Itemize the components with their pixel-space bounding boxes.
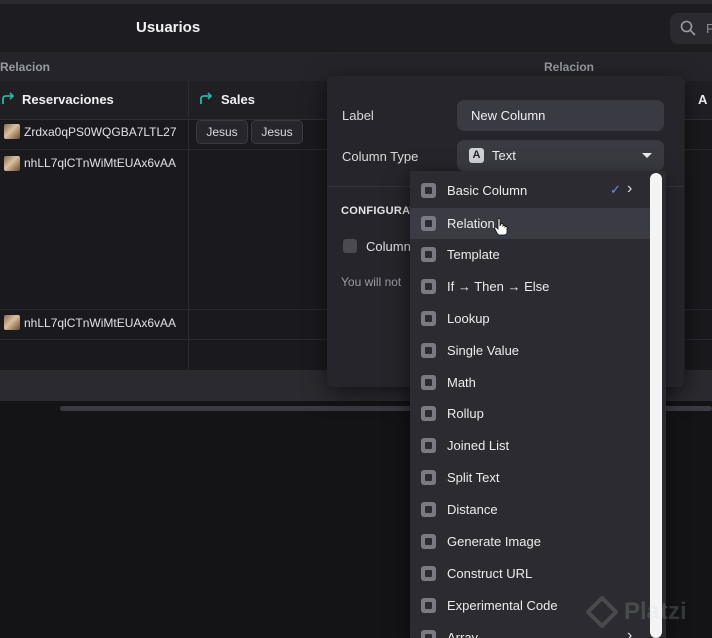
relation-arrow-icon — [200, 92, 213, 104]
column-checkbox-label: Column — [366, 239, 411, 254]
single-value-icon — [421, 343, 436, 358]
column-type-select[interactable]: A Text — [457, 140, 664, 171]
search-placeholder: F — [706, 21, 712, 36]
check-icon: ✓ — [610, 182, 621, 197]
rollup-icon — [421, 406, 436, 421]
group-header-relacion-2: Relacion — [544, 60, 595, 74]
column-checkbox[interactable] — [343, 239, 357, 253]
column-header-sales[interactable]: Sales — [221, 92, 255, 107]
reservaciones-cell[interactable]: nhLL7qlCTnWiMtEUAx6vAA — [24, 316, 188, 330]
page-title: Usuarios — [136, 19, 201, 36]
menu-item-label: Relation — [447, 216, 495, 231]
code-icon — [421, 598, 436, 613]
menu-item-label: Split Text — [447, 470, 500, 485]
menu-item-label: Array — [447, 630, 479, 638]
if-then-else-icon — [421, 279, 436, 294]
column-type-value: Text — [492, 148, 516, 163]
relation-arrow-icon — [2, 92, 15, 104]
configuration-section-title: CONFIGURAT — [341, 205, 417, 217]
menu-item-label: Rollup — [447, 406, 484, 421]
menu-item-template[interactable]: Template — [410, 239, 650, 270]
menu-item-label: If → Then → Else — [447, 279, 550, 294]
reservaciones-cell[interactable]: nhLL7qlCTnWiMtEUAx6vAA — [24, 156, 188, 170]
label-input[interactable]: New Column — [457, 100, 664, 131]
reservaciones-cell[interactable]: Zrdxa0qPS0WQGBA7LTL27 — [24, 125, 188, 139]
sales-chip[interactable]: Jesus — [196, 120, 248, 144]
menu-item-label: Template — [447, 247, 500, 262]
panel-note: You will not — [341, 275, 402, 289]
menu-item-label: Construct URL — [447, 566, 533, 581]
text-type-icon: A — [469, 148, 484, 163]
distance-icon — [421, 502, 436, 517]
menu-item-joined-list[interactable]: Joined List — [410, 430, 650, 461]
sales-chip[interactable]: Jesus — [251, 120, 303, 144]
split-text-icon — [421, 470, 436, 485]
relation-icon — [421, 216, 436, 231]
menu-item-math[interactable]: Math — [410, 367, 650, 398]
text-a-icon — [421, 183, 436, 198]
joined-list-icon — [421, 438, 436, 453]
menu-item-split-text[interactable]: Split Text — [410, 462, 650, 493]
link-icon — [421, 566, 436, 581]
array-icon — [421, 630, 436, 638]
group-header-relacion-1: Relacion — [0, 60, 51, 74]
platzi-logo-icon — [586, 596, 618, 628]
menu-item-relation[interactable]: Relation — [410, 208, 650, 239]
menu-item-label: Single Value — [447, 343, 520, 358]
search-icon — [680, 20, 696, 36]
watermark: Platzi — [586, 592, 712, 632]
menu-scrollbar[interactable] — [650, 173, 662, 638]
menu-item-distance[interactable]: Distance — [410, 494, 650, 525]
lookup-icon — [421, 311, 436, 326]
menu-item-generate-image[interactable]: Generate Image — [410, 526, 650, 557]
top-bar: Usuarios F — [0, 0, 712, 52]
column-type-menu: Basic Column ✓ › Relation Template If → … — [410, 171, 666, 638]
watermark-text: Platzi — [624, 598, 687, 625]
pointer-hand-cursor-icon — [494, 218, 508, 236]
row-thumbnail — [4, 124, 20, 139]
math-icon — [421, 375, 436, 390]
label-input-value: New Column — [471, 108, 546, 123]
chevron-down-icon — [642, 153, 652, 158]
menu-item-if-then-else[interactable]: If → Then → Else — [410, 271, 650, 302]
menu-item-label: Joined List — [447, 438, 510, 453]
menu-item-basic-column[interactable]: Basic Column ✓ › — [410, 175, 650, 206]
column-header-reservaciones[interactable]: Reservaciones — [22, 92, 114, 107]
column-type-label: Column Type — [342, 149, 419, 164]
menu-item-single-value[interactable]: Single Value — [410, 335, 650, 366]
menu-item-label: Math — [447, 375, 476, 390]
template-icon — [421, 247, 436, 262]
menu-item-label: Experimental Code — [447, 598, 558, 613]
menu-item-label: Lookup — [447, 311, 490, 326]
row-thumbnail — [4, 315, 20, 330]
top-border — [0, 0, 712, 4]
menu-item-rollup[interactable]: Rollup — [410, 398, 650, 429]
menu-item-lookup[interactable]: Lookup — [410, 303, 650, 334]
column-header-a[interactable]: A — [698, 92, 707, 107]
menu-item-label: Generate Image — [447, 534, 541, 549]
menu-item-label: Basic Column — [447, 183, 528, 198]
chevron-right-icon: › — [627, 180, 633, 197]
menu-item-label: Distance — [447, 502, 498, 517]
menu-item-construct-url[interactable]: Construct URL — [410, 558, 650, 589]
search-input[interactable]: F — [670, 13, 712, 44]
label-field-label: Label — [342, 108, 374, 123]
row-thumbnail — [4, 156, 20, 171]
generate-image-icon — [421, 534, 436, 549]
